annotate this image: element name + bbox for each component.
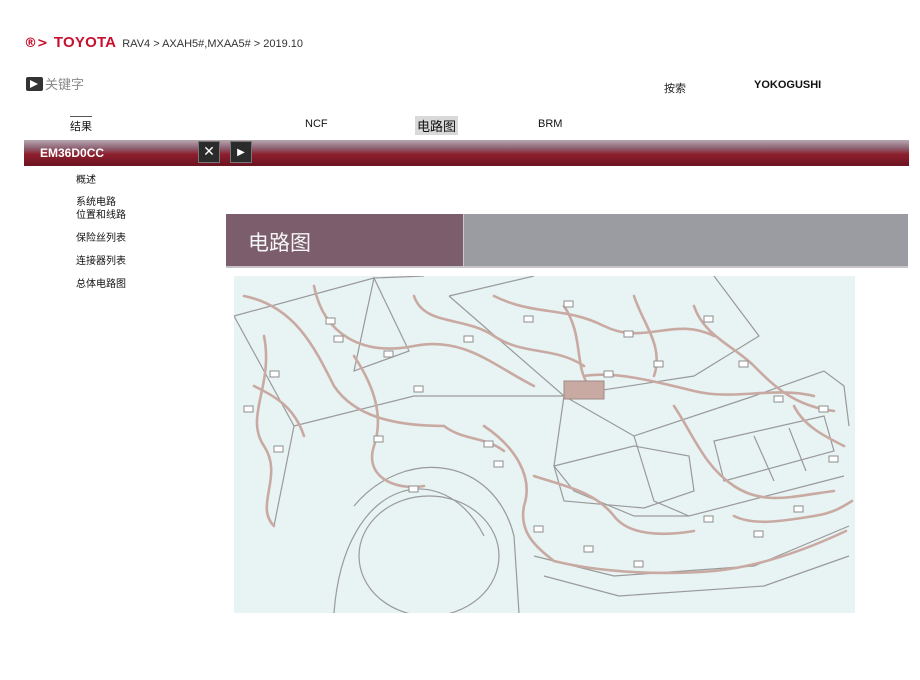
search-value: YOKOGUSHI	[754, 79, 822, 91]
menu-item-overview[interactable]: 概述	[76, 174, 126, 187]
tab-results[interactable]: 结果	[70, 116, 92, 134]
close-button[interactable]: ✕	[198, 141, 220, 163]
close-icon: ✕	[203, 144, 215, 160]
play-icon: ▶	[237, 146, 245, 158]
keyword-button[interactable]: 关键字	[26, 74, 84, 93]
search-label[interactable]: 按索	[664, 80, 686, 96]
tab-brm[interactable]: BRM	[538, 118, 562, 130]
banner-title-area: 电路图	[226, 214, 464, 268]
keyword-label: 关键字	[45, 78, 85, 93]
menu-item-connector-list[interactable]: 连接器列表	[76, 255, 126, 268]
next-button[interactable]: ▶	[230, 141, 252, 163]
menu-item-overall-diagram[interactable]: 总体电路图	[76, 278, 126, 291]
tab-diagram[interactable]: 电路图	[415, 116, 459, 135]
breadcrumb[interactable]: RAV4 > AXAH5#,MXAA5# > 2019.10	[122, 38, 303, 50]
content-title-banner: 电路图	[226, 214, 908, 268]
document-bar: EM36D0CC ✕ ▶	[24, 140, 909, 166]
wiring-diagram-image[interactable]	[234, 276, 855, 613]
tab-ncf[interactable]: NCF	[305, 118, 328, 130]
menu-item-system-circuit[interactable]: 系统电路	[76, 196, 126, 209]
toyota-logo-mark: ®>	[24, 36, 48, 51]
arrow-right-icon	[26, 76, 43, 91]
document-code: EM36D0CC	[40, 146, 105, 160]
side-menu: 概述 系统电路 位置和线路 保险丝列表 连接器列表 总体电路图	[76, 174, 126, 291]
menu-item-fuse-list[interactable]: 保险丝列表	[76, 232, 126, 245]
header: ®> TOYOTA RAV4 > AXAH5#,MXAA5# > 2019.10	[24, 34, 303, 56]
menu-item-location-routing[interactable]: 位置和线路	[76, 209, 126, 222]
car-wiring-illustration	[234, 276, 854, 613]
divider	[226, 266, 908, 268]
content-title: 电路图	[248, 231, 311, 255]
brand-name: TOYOTA	[53, 34, 117, 51]
